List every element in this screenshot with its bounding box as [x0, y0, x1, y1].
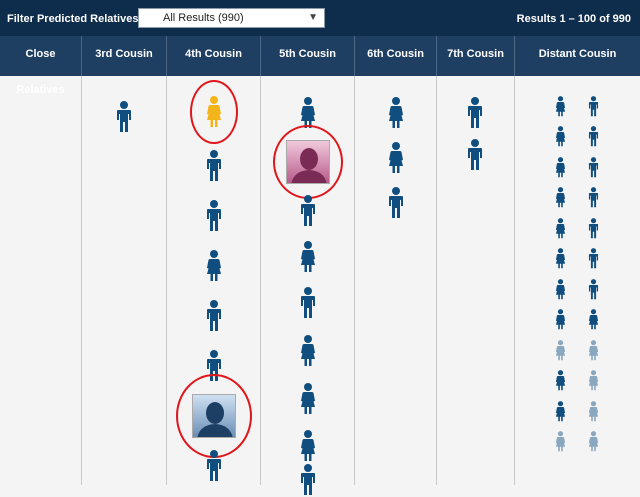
female-person-icon[interactable]	[587, 370, 600, 391]
female-person-icon[interactable]	[587, 400, 600, 422]
male-person-icon[interactable]	[114, 100, 134, 134]
female-person-icon[interactable]	[554, 278, 567, 300]
female-person-icon[interactable]	[554, 400, 567, 422]
female-person-icon[interactable]	[554, 126, 567, 147]
female-person-icon[interactable]	[386, 96, 406, 130]
column-header-distant-cousin[interactable]: Distant Cousin	[515, 36, 640, 76]
male-person-icon[interactable]	[204, 149, 224, 183]
male-person-icon[interactable]	[465, 96, 485, 130]
male-person-icon[interactable]	[386, 186, 406, 220]
female-person-icon[interactable]	[554, 95, 567, 117]
female-person-icon[interactable]	[298, 429, 318, 463]
column-3rd-cousin	[82, 76, 167, 485]
male-person-icon[interactable]	[587, 187, 600, 208]
male-person-icon[interactable]	[298, 463, 318, 497]
column-header-3rd-cousin[interactable]: 3rd Cousin	[82, 36, 167, 76]
column-header-4th-cousin[interactable]: 4th Cousin	[167, 36, 261, 76]
male-person-icon[interactable]	[587, 217, 600, 239]
filter-dropdown[interactable]: All Results (990) ▼	[138, 8, 325, 28]
female-person-icon[interactable]	[298, 334, 318, 368]
male-person-icon[interactable]	[587, 156, 600, 178]
column-header-6th-cousin[interactable]: 6th Cousin	[355, 36, 437, 76]
female-person-icon[interactable]	[554, 339, 567, 361]
female-person-icon[interactable]	[386, 141, 406, 175]
male-person-icon[interactable]	[587, 278, 600, 300]
male-person-icon[interactable]	[465, 138, 485, 172]
male-person-icon[interactable]	[587, 126, 600, 147]
male-person-icon[interactable]	[204, 299, 224, 333]
female-person-icon[interactable]	[204, 249, 224, 283]
male-person-icon[interactable]	[587, 248, 600, 269]
column-header-close-relatives[interactable]: Close Relatives	[0, 36, 82, 96]
column-header-7th-cousin[interactable]: 7th Cousin	[437, 36, 515, 76]
female-person-icon[interactable]	[554, 370, 567, 391]
female-person-icon[interactable]	[554, 217, 567, 239]
female-person-icon[interactable]	[587, 431, 600, 452]
highlight-circle	[273, 125, 343, 199]
female-person-icon[interactable]	[554, 248, 567, 269]
female-person-icon[interactable]	[554, 156, 567, 178]
column-distant-cousin	[515, 76, 640, 485]
column-header-row: Close Relatives 3rd Cousin 4th Cousin 5t…	[0, 36, 640, 96]
highlight-circle	[176, 374, 252, 458]
female-person-icon[interactable]	[298, 382, 318, 416]
male-person-icon[interactable]	[204, 449, 224, 483]
filter-selected-value: All Results (990)	[163, 12, 244, 24]
results-count: Results 1 – 100 of 990	[516, 13, 631, 25]
female-person-icon[interactable]	[554, 431, 567, 452]
dropdown-arrow-icon: ▼	[308, 12, 318, 23]
male-person-icon[interactable]	[587, 95, 600, 117]
filter-label: Filter Predicted Relatives:	[7, 13, 143, 25]
filter-toolbar: Filter Predicted Relatives: All Results …	[0, 0, 640, 36]
column-6th-cousin	[355, 76, 437, 485]
male-person-icon[interactable]	[204, 199, 224, 233]
female-person-icon[interactable]	[298, 240, 318, 274]
female-person-icon[interactable]	[587, 339, 600, 361]
female-person-icon[interactable]	[554, 187, 567, 208]
male-person-icon[interactable]	[298, 194, 318, 228]
highlight-circle	[190, 80, 238, 144]
female-person-icon[interactable]	[587, 309, 600, 330]
column-header-5th-cousin[interactable]: 5th Cousin	[261, 36, 355, 76]
female-person-icon[interactable]	[554, 309, 567, 330]
male-person-icon[interactable]	[298, 286, 318, 320]
column-close-relatives	[0, 76, 82, 485]
